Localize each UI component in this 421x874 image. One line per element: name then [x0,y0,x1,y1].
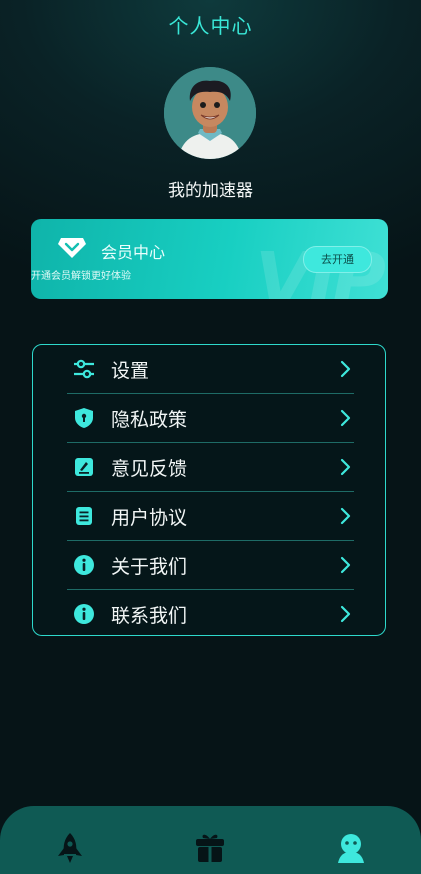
shield-icon [75,408,93,428]
chevron-right-icon [340,458,351,476]
menu-item-privacy-policy[interactable]: 隐私政策 [67,394,354,443]
chevron-right-icon [340,507,351,525]
menu-item-label: 用户协议 [111,507,188,529]
rocket-icon[interactable] [52,830,88,866]
menu-item-feedback[interactable]: 意见反馈 [67,443,354,492]
username: 我的加速器 [168,181,253,201]
edit-icon [75,458,93,476]
menu-item-settings[interactable]: 设置 [67,345,354,394]
menu-item-about-us[interactable]: 关于我们 [67,541,354,590]
chevron-right-icon [340,605,351,623]
info-icon [74,604,94,624]
menu-item-label: 联系我们 [111,605,188,627]
document-icon [76,507,92,525]
chevron-right-icon [340,360,351,378]
page-title: 个人中心 [168,14,253,38]
user-icon[interactable] [333,830,369,866]
settings-menu: 设置 隐私政策 意见反馈 用户协议 关于我们 联系我们 [32,344,386,636]
menu-item-label: 关于我们 [111,556,188,578]
vip-card[interactable]: VIP 会员中心 开通会员解锁更好体验 去开通 [31,219,388,299]
menu-item-user-agreement[interactable]: 用户协议 [67,492,354,541]
menu-item-contact-us[interactable]: 联系我们 [67,590,354,639]
vip-title: 会员中心 [101,243,166,262]
menu-item-label: 设置 [111,360,150,382]
gift-icon[interactable] [192,830,228,866]
menu-item-label: 隐私政策 [111,409,188,431]
vip-open-button[interactable]: 去开通 [303,246,372,273]
avatar-illustration [164,67,256,159]
chevron-right-icon [340,409,351,427]
bottom-tab-bar [0,806,421,874]
vip-subtitle: 开通会员解锁更好体验 [31,271,131,282]
avatar[interactable] [164,67,256,159]
chevron-right-icon [340,556,351,574]
info-icon [74,555,94,575]
sliders-icon [74,359,94,379]
diamond-icon [58,238,86,258]
menu-item-label: 意见反馈 [111,458,188,480]
